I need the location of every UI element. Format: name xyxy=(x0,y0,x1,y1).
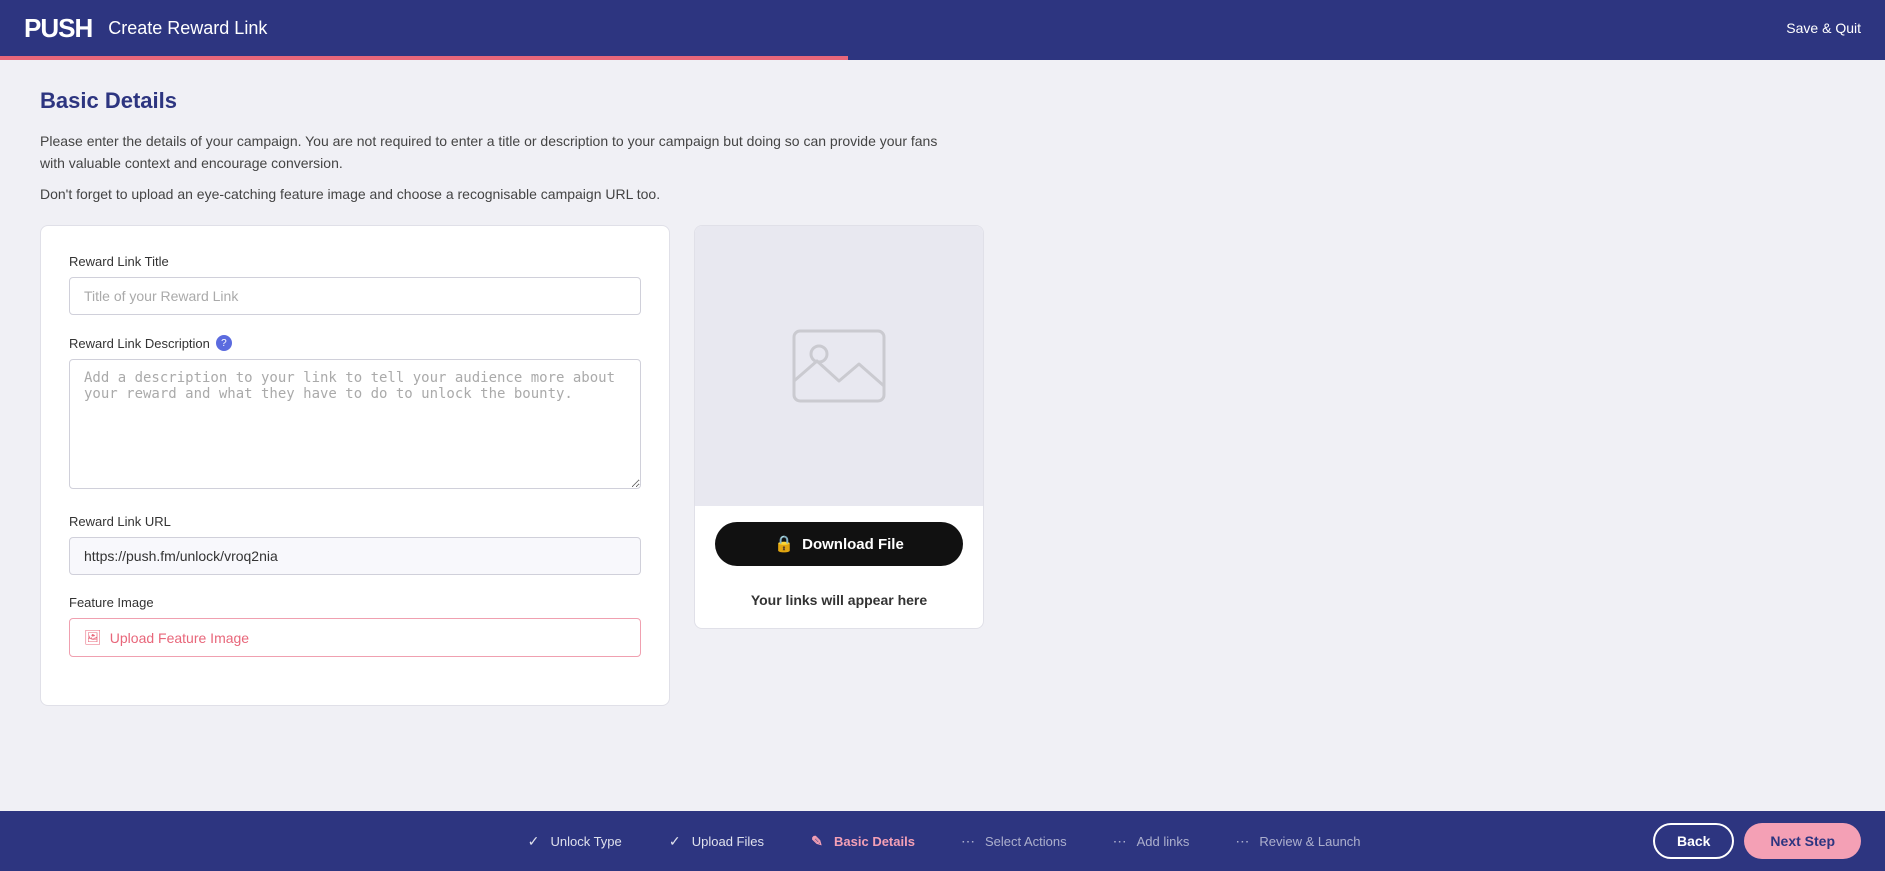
review-launch-icon: ⋯ xyxy=(1233,832,1251,850)
basic-details-label: Basic Details xyxy=(834,834,915,849)
reward-link-description-textarea[interactable] xyxy=(69,359,641,489)
main-content: Basic Details Please enter the details o… xyxy=(0,60,1885,811)
reward-link-url-label: Reward Link URL xyxy=(69,514,641,529)
save-quit-button[interactable]: Save & Quit xyxy=(1786,20,1861,36)
download-file-label: Download File xyxy=(802,536,904,553)
next-step-button[interactable]: Next Step xyxy=(1744,823,1861,859)
progress-bar-container xyxy=(0,56,1885,60)
nav-step-upload-files[interactable]: ✓ Upload Files xyxy=(644,832,786,850)
preview-card: 🔒 Download File Your links will appear h… xyxy=(694,225,984,629)
nav-step-review-launch[interactable]: ⋯ Review & Launch xyxy=(1211,832,1382,850)
unlock-type-icon: ✓ xyxy=(524,832,542,850)
select-actions-icon: ⋯ xyxy=(959,832,977,850)
footer-nav: ✓ Unlock Type ✓ Upload Files ✎ Basic Det… xyxy=(0,811,1885,871)
image-placeholder-icon xyxy=(789,326,889,406)
reward-link-title-label: Reward Link Title xyxy=(69,254,641,269)
feature-image-group: Feature Image 🖼 Upload Feature Image xyxy=(69,595,641,657)
reward-link-title-group: Reward Link Title xyxy=(69,254,641,315)
upload-files-label: Upload Files xyxy=(692,834,764,849)
back-button[interactable]: Back xyxy=(1653,823,1734,859)
upload-files-icon: ✓ xyxy=(666,832,684,850)
download-file-button[interactable]: 🔒 Download File xyxy=(715,522,963,566)
add-links-label: Add links xyxy=(1137,834,1190,849)
feature-image-upload[interactable]: 🖼 Upload Feature Image xyxy=(69,618,641,657)
progress-bar-fill xyxy=(0,56,848,60)
header: PUSH Create Reward Link Save & Quit xyxy=(0,0,1885,56)
nav-step-add-links[interactable]: ⋯ Add links xyxy=(1089,832,1212,850)
header-title: Create Reward Link xyxy=(108,18,267,39)
page-title: Basic Details xyxy=(40,88,1845,114)
preview-links-text: Your links will appear here xyxy=(695,582,983,628)
description-help-icon[interactable]: ? xyxy=(216,335,232,351)
lock-icon: 🔒 xyxy=(774,534,794,554)
page-description-1: Please enter the details of your campaig… xyxy=(40,130,940,175)
reward-link-description-label: Reward Link Description ? xyxy=(69,335,641,351)
unlock-type-label: Unlock Type xyxy=(550,834,621,849)
nav-step-unlock-type[interactable]: ✓ Unlock Type xyxy=(502,832,643,850)
upload-icon: 🖼 xyxy=(84,629,102,646)
reward-link-url-group: Reward Link URL xyxy=(69,514,641,575)
content-row: Reward Link Title Reward Link Descriptio… xyxy=(40,225,1845,706)
header-left: PUSH Create Reward Link xyxy=(24,13,267,44)
logo: PUSH xyxy=(24,13,92,44)
review-launch-label: Review & Launch xyxy=(1259,834,1360,849)
nav-step-select-actions[interactable]: ⋯ Select Actions xyxy=(937,832,1089,850)
add-links-icon: ⋯ xyxy=(1111,832,1129,850)
reward-link-url-input[interactable] xyxy=(69,537,641,575)
footer-actions: Back Next Step xyxy=(1653,823,1861,859)
reward-link-title-input[interactable] xyxy=(69,277,641,315)
nav-step-basic-details[interactable]: ✎ Basic Details xyxy=(786,832,937,850)
feature-image-label: Feature Image xyxy=(69,595,641,610)
preview-image-area xyxy=(695,226,983,506)
basic-details-icon: ✎ xyxy=(808,832,826,850)
page-description-2: Don't forget to upload an eye-catching f… xyxy=(40,183,940,205)
reward-link-description-group: Reward Link Description ? xyxy=(69,335,641,494)
select-actions-label: Select Actions xyxy=(985,834,1067,849)
form-card: Reward Link Title Reward Link Descriptio… xyxy=(40,225,670,706)
feature-image-upload-label: Upload Feature Image xyxy=(110,630,249,646)
